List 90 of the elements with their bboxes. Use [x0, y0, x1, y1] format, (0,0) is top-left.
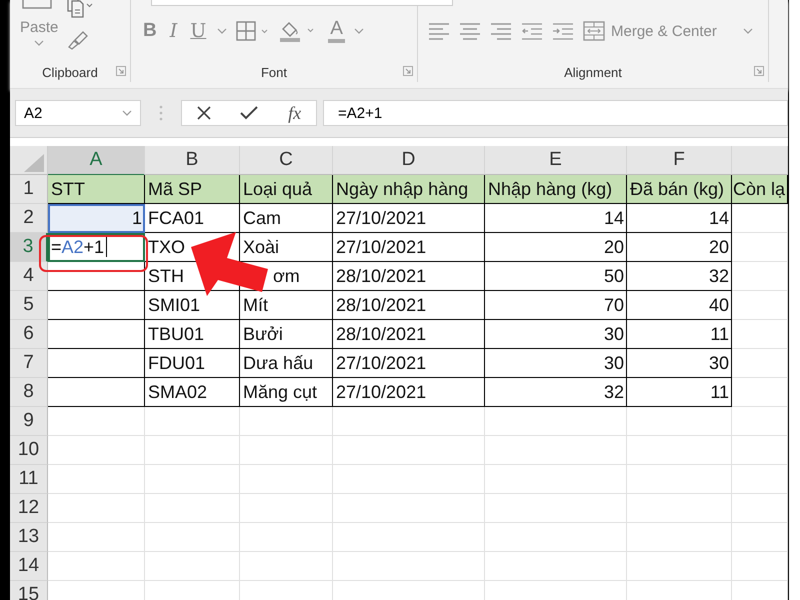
table-cell: Nhập hàng (kg) [485, 175, 627, 204]
table-cell: 20 [485, 233, 627, 262]
row-header[interactable]: 4 [10, 262, 48, 291]
row-header[interactable]: 5 [10, 291, 48, 320]
row-header[interactable]: 11 [10, 465, 48, 494]
table-cell: Măng cụt [240, 378, 333, 407]
group-label: Font [260, 64, 287, 80]
table-cell [732, 262, 788, 291]
table-cell: 30 [485, 349, 627, 378]
table-cell [732, 378, 788, 407]
column-header[interactable]: E [485, 146, 627, 175]
table-cell: STT [48, 175, 145, 204]
checkmark-icon[interactable] [240, 106, 258, 120]
chevron-icon [34, 40, 44, 46]
table-cell: 50 [485, 262, 627, 291]
table-cell: FCA01 [145, 204, 240, 233]
row-header[interactable]: 6 [10, 320, 48, 349]
row-header[interactable]: 2 [10, 204, 48, 233]
table-cell: 27/10/2021 [333, 204, 485, 233]
table-cell [732, 494, 788, 523]
table-cell [732, 233, 788, 262]
table-cell: Cam [240, 204, 333, 233]
row-header[interactable]: 7 [10, 349, 48, 378]
chevron-icon [122, 110, 132, 116]
table-cell: 28/10/2021 [333, 291, 485, 320]
column-header[interactable]: A [48, 146, 145, 176]
cell-editor[interactable]: =A2+1 [48, 233, 145, 262]
table-cell: Dưa hấu [240, 349, 333, 378]
row-header[interactable]: 12 [10, 494, 48, 523]
grip-icon [159, 105, 163, 121]
table-cell: 30 [627, 349, 732, 378]
table-cell: Mít [240, 291, 333, 320]
table-cell: FDU01 [145, 349, 240, 378]
cancel-icon[interactable] [196, 106, 211, 120]
table-cell: TBU01 [145, 320, 240, 349]
table-cell: Mã SP [145, 175, 240, 204]
table-cell [732, 349, 788, 378]
table-cell: 27/10/2021 [333, 233, 485, 262]
table-cell: 40 [627, 291, 732, 320]
table-cell [732, 291, 788, 320]
column-header[interactable]: D [333, 146, 485, 175]
table-cell: 1 [48, 204, 145, 233]
table-cell: Loại quả [240, 175, 333, 204]
row-header[interactable]: 15 [10, 581, 48, 600]
table-cell: 28/10/2021 [333, 320, 485, 349]
row-header[interactable]: 8 [10, 378, 48, 407]
row-header[interactable]: 13 [10, 523, 48, 552]
table-cell: 27/10/2021 [333, 349, 485, 378]
table-cell: Còn lạ [732, 175, 788, 204]
chevron-icon [354, 28, 364, 34]
table-cell: Đã bán (kg) [627, 175, 732, 204]
row-header[interactable]: 3 [10, 233, 48, 262]
group-label: Alignment [564, 64, 622, 80]
formula-field[interactable]: =A2+1 [323, 100, 788, 126]
row-header[interactable]: 14 [10, 552, 48, 581]
table-cell: 14 [485, 204, 627, 233]
table-cell [732, 320, 788, 349]
column-header[interactable]: C [240, 146, 333, 175]
table-cell: SMA02 [145, 378, 240, 407]
table-cell: 27/10/2021 [333, 378, 485, 407]
table-cell: 11 [627, 378, 732, 407]
table-cell [732, 523, 788, 552]
table-cell: 20 [627, 233, 732, 262]
row-header[interactable]: 1 [10, 175, 48, 204]
insert-function-button[interactable]: fx [288, 102, 302, 124]
table-cell [732, 552, 788, 581]
table-cell: 28/10/2021 [333, 262, 485, 291]
table-cell: 11 [627, 320, 732, 349]
table-cell [732, 204, 788, 233]
table-cell [732, 436, 788, 465]
table-cell: 14 [627, 204, 732, 233]
group-label: Clipboard [42, 64, 98, 80]
table-cell: 32 [627, 262, 732, 291]
table-cell: 30 [485, 320, 627, 349]
column-header[interactable] [732, 146, 788, 175]
table-cell [732, 465, 788, 494]
table-cell: Ngày nhập hàng [333, 175, 485, 204]
name-box[interactable]: A2 [15, 100, 141, 126]
row-header[interactable]: 9 [10, 407, 48, 436]
chevron-icon [742, 28, 753, 34]
row-header[interactable]: 10 [10, 436, 48, 465]
column-header[interactable]: F [627, 146, 732, 175]
table-cell [732, 407, 788, 436]
merge-cells-icon [583, 21, 605, 41]
chevron-icon [217, 28, 228, 34]
table-cell: 32 [485, 378, 627, 407]
table-cell: 70 [485, 291, 627, 320]
table-cell: Bưởi [240, 320, 333, 349]
column-header[interactable]: B [145, 146, 240, 175]
table-cell: Xoài [240, 233, 333, 262]
